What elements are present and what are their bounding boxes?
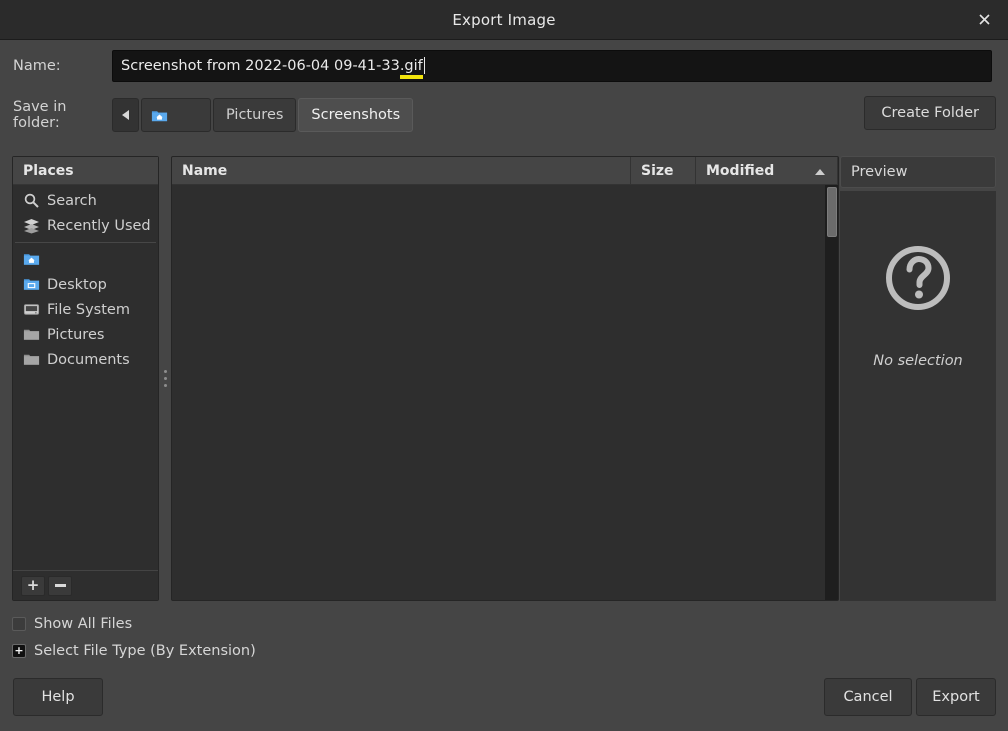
sort-ascending-icon <box>815 168 825 175</box>
column-header-name-label: Name <box>182 162 228 179</box>
places-item-recently-used[interactable]: Recently Used <box>13 213 158 238</box>
file-list-header: Name Size Modified <box>172 157 838 185</box>
places-separator <box>15 242 156 243</box>
grip-dot <box>164 377 167 380</box>
preview-panel: Preview No selection <box>840 156 996 601</box>
grip-dots-icon <box>164 370 167 387</box>
filename-base: Screenshot from 2022-06-04 09-41-33 <box>121 58 400 74</box>
places-item-home[interactable] <box>13 247 158 272</box>
grip-dot <box>164 370 167 373</box>
home-folder-icon <box>151 110 168 121</box>
create-folder-button[interactable]: Create Folder <box>864 96 996 130</box>
dialog-footer: Help Cancel Export <box>0 672 1008 731</box>
column-header-name[interactable]: Name <box>172 157 631 184</box>
places-item-label: Recently Used <box>47 217 151 234</box>
preview-empty-text: No selection <box>873 353 963 369</box>
breadcrumb-screenshots-label: Screenshots <box>311 107 401 123</box>
places-item-label: File System <box>47 301 130 318</box>
file-list-panel: Name Size Modified <box>171 156 839 601</box>
show-all-files-checkbox[interactable] <box>12 616 26 631</box>
places-item-label: Search <box>47 192 97 209</box>
text-cursor <box>423 56 425 74</box>
pane-resize-handle[interactable] <box>160 156 171 601</box>
places-item-label: Pictures <box>47 326 105 343</box>
breadcrumb-item-home[interactable] <box>141 98 211 132</box>
places-item-label: Desktop <box>47 276 107 293</box>
dialog-titlebar: Export Image <box>0 0 1008 40</box>
places-item-desktop[interactable]: Desktop <box>13 272 158 297</box>
show-all-files-label: Show All Files <box>34 615 133 632</box>
places-item-label: Documents <box>47 351 130 368</box>
search-icon <box>24 193 39 208</box>
file-browser: Places Search Recently Used Desktop File… <box>12 156 996 601</box>
options-group: Show All Files + Select File Type (By Ex… <box>12 610 612 664</box>
save-in-folder-row: Save in folder: Pictures Screenshots Cre… <box>0 96 1008 134</box>
places-panel: Places Search Recently Used Desktop File… <box>12 156 159 601</box>
name-row: Name: Screenshot from 2022-06-04 09-41-3… <box>0 46 1008 86</box>
cancel-button[interactable]: Cancel <box>824 678 912 716</box>
file-list-body[interactable] <box>172 185 838 600</box>
breadcrumb-item-pictures[interactable]: Pictures <box>213 98 297 132</box>
recent-stack-icon <box>24 219 39 234</box>
places-list: Search Recently Used Desktop File System… <box>13 185 158 570</box>
select-file-type-expander[interactable]: + <box>12 643 26 658</box>
scrollbar-thumb[interactable] <box>827 187 837 237</box>
places-item-pictures[interactable]: Pictures <box>13 322 158 347</box>
expander-marker: + <box>14 644 24 657</box>
chevron-left-icon <box>122 110 129 120</box>
minus-icon <box>54 584 66 587</box>
save-in-folder-label: Save in folder: <box>13 99 67 131</box>
breadcrumb-pictures-label: Pictures <box>226 107 284 123</box>
places-item-search[interactable]: Search <box>13 188 158 213</box>
folder-icon <box>23 329 40 340</box>
dialog-title: Export Image <box>452 10 556 29</box>
preview-body: No selection <box>840 191 996 601</box>
places-footer-toolbar: + <box>13 570 158 600</box>
column-header-size[interactable]: Size <box>631 157 696 184</box>
column-header-modified[interactable]: Modified <box>696 157 838 184</box>
folder-icon <box>23 354 40 365</box>
help-label: Help <box>41 689 75 705</box>
cancel-label: Cancel <box>843 689 893 705</box>
filename-extension-wrap: .gif <box>399 58 423 79</box>
plus-icon: + <box>26 576 40 594</box>
breadcrumb-item-screenshots[interactable]: Screenshots <box>298 98 414 132</box>
export-label: Export <box>932 689 980 705</box>
filename-extension: .gif <box>399 58 423 74</box>
preview-header: Preview <box>840 156 996 188</box>
drive-icon <box>23 304 40 315</box>
column-header-size-label: Size <box>641 162 674 179</box>
places-item-documents[interactable]: Documents <box>13 347 158 372</box>
show-all-files-row[interactable]: Show All Files <box>12 610 612 637</box>
places-header: Places <box>13 157 158 185</box>
breadcrumb-back-button[interactable] <box>112 98 139 132</box>
remove-place-button[interactable] <box>48 575 72 596</box>
home-folder-icon <box>23 254 40 265</box>
file-list-scrollbar[interactable] <box>825 185 838 600</box>
help-button[interactable]: Help <box>13 678 103 716</box>
close-icon[interactable] <box>972 8 996 32</box>
question-mark-icon <box>886 246 950 310</box>
places-item-file-system[interactable]: File System <box>13 297 158 322</box>
grip-dot <box>164 384 167 387</box>
create-folder-label: Create Folder <box>881 105 979 121</box>
breadcrumb: Pictures Screenshots <box>112 98 414 132</box>
select-file-type-label: Select File Type (By Extension) <box>34 642 256 659</box>
name-label: Name: <box>13 58 61 74</box>
column-header-modified-label: Modified <box>706 162 775 179</box>
filename-input[interactable]: Screenshot from 2022-06-04 09-41-33 .gif <box>112 50 992 82</box>
close-glyph <box>978 14 990 25</box>
add-place-button[interactable]: + <box>21 575 45 596</box>
desktop-folder-icon <box>23 279 40 290</box>
select-file-type-row[interactable]: + Select File Type (By Extension) <box>12 637 612 664</box>
extension-highlight-underline <box>399 75 423 79</box>
export-button[interactable]: Export <box>916 678 996 716</box>
